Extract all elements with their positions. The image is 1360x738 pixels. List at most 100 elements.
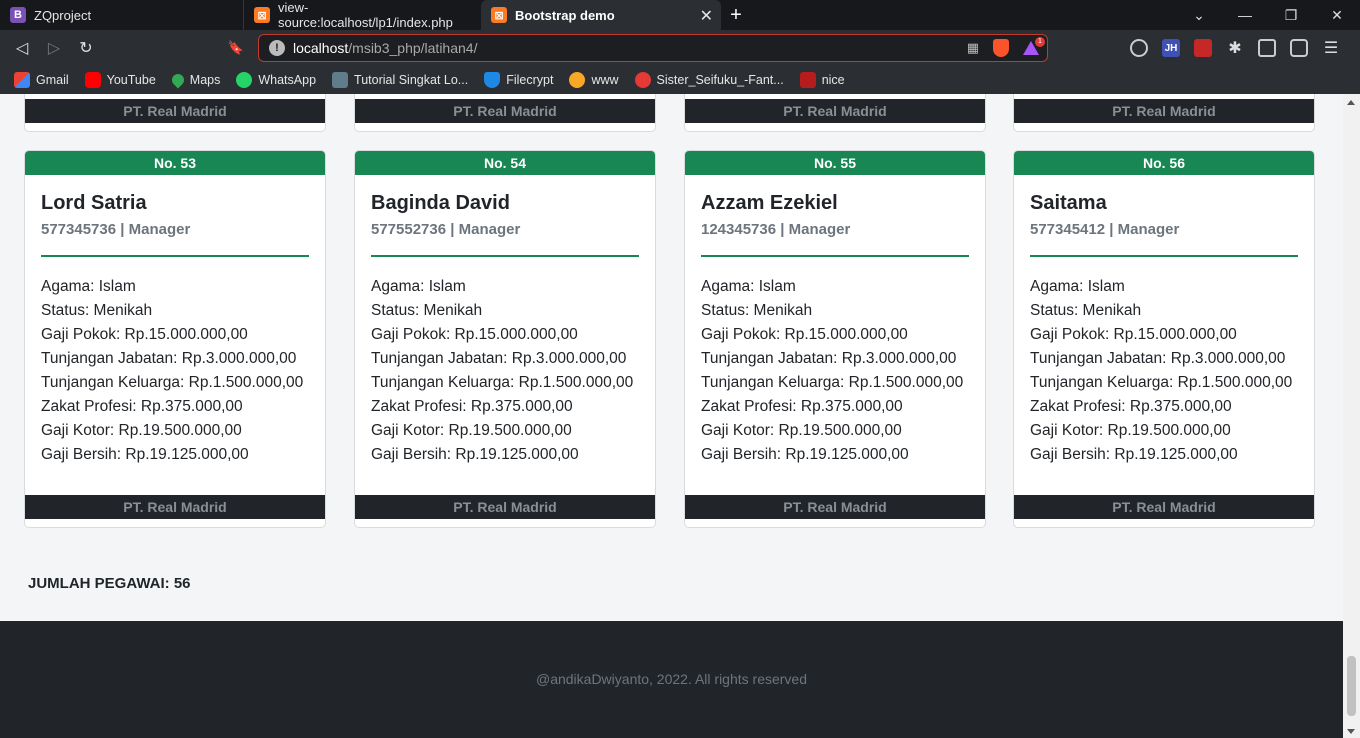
bookmark-whatsapp[interactable]: WhatsApp <box>236 72 316 88</box>
restore-button[interactable]: ❐ <box>1268 7 1314 24</box>
detail-gaji-pokok: Gaji Pokok: Rp.15.000.000,00 <box>371 326 578 343</box>
scroll-thumb[interactable] <box>1347 656 1356 716</box>
address-bar[interactable]: ! localhost /msib3_php/latihan4/ ▦ 1 <box>258 34 1048 62</box>
rewards-badge: 1 <box>1035 37 1045 47</box>
bookmark-nice[interactable]: nice <box>799 72 845 88</box>
back-button[interactable]: ◁ <box>6 38 38 58</box>
bookmarks-bar: Gmail YouTube Maps WhatsApp Tutorial Sin… <box>0 66 1360 94</box>
bookmark-gmail[interactable]: Gmail <box>14 72 69 88</box>
employee-position: Manager <box>458 221 521 238</box>
detail-gaji-kotor: Gaji Kotor: Rp.19.500.000,00 <box>701 422 902 439</box>
minimize-button[interactable]: — <box>1222 7 1268 23</box>
tab-label: ZQproject <box>34 7 92 23</box>
detail-gaji-bersih: Gaji Bersih: Rp.19.125.000,00 <box>1030 446 1238 463</box>
detail-agama: Agama: Islam <box>701 278 796 295</box>
employee-card: No. 55 Azzam Ezekiel 124345736 | Manager… <box>684 150 986 528</box>
scroll-down-arrow-icon[interactable] <box>1347 729 1355 734</box>
xampp-icon: ⊠ <box>254 7 270 23</box>
employee-nip: 577552736 <box>371 221 447 238</box>
separator: | <box>450 221 455 238</box>
detail-tunjangan-keluarga: Tunjangan Keluarga: Rp.1.500.000,00 <box>701 374 964 391</box>
site-info-icon[interactable]: ! <box>269 40 285 56</box>
employee-nip: 577345736 <box>41 221 117 238</box>
wallet-icon[interactable] <box>1290 39 1308 57</box>
detail-zakat-profesi: Zakat Profesi: Rp.375.000,00 <box>371 398 573 415</box>
jh-extension-icon[interactable]: JH <box>1162 39 1180 57</box>
detail-gaji-pokok: Gaji Pokok: Rp.15.000.000,00 <box>701 326 908 343</box>
detail-gaji-kotor: Gaji Kotor: Rp.19.500.000,00 <box>1030 422 1231 439</box>
employee-position: Manager <box>128 221 191 238</box>
employee-name: Lord Satria <box>41 192 147 214</box>
new-tab-button[interactable]: + <box>721 0 751 30</box>
card-footer: PT. Real Madrid <box>685 495 985 519</box>
brave-rewards-icon[interactable]: 1 <box>1023 37 1045 55</box>
bookmark-youtube[interactable]: YouTube <box>84 72 156 88</box>
employee-position: Manager <box>788 221 851 238</box>
previous-card: PT. Real Madrid <box>24 94 326 132</box>
detail-gaji-bersih: Gaji Bersih: Rp.19.125.000,00 <box>41 446 249 463</box>
bookmark-maps[interactable]: Maps <box>169 71 220 89</box>
card-footer: PT. Real Madrid <box>25 495 325 519</box>
tab-strip: B ZQproject ⊠ view-source:localhost/lp1/… <box>0 0 1360 30</box>
extensions-puzzle-icon[interactable]: ✱ <box>1226 39 1244 57</box>
detail-gaji-kotor: Gaji Kotor: Rp.19.500.000,00 <box>41 422 242 439</box>
detail-gaji-kotor: Gaji Kotor: Rp.19.500.000,00 <box>371 422 572 439</box>
tab-zqproject[interactable]: B ZQproject <box>0 0 243 30</box>
pen-extension-icon[interactable] <box>1194 39 1212 57</box>
employee-name: Baginda David <box>371 192 510 214</box>
filecrypt-icon <box>484 72 501 88</box>
employee-subtitle: 577552736 | Manager <box>371 221 639 238</box>
card-footer: PT. Real Madrid <box>25 99 325 123</box>
browser-toolbar: ◁ ▷ ↻ 🔖 ! localhost /msib3_php/latihan4/… <box>0 30 1360 66</box>
menu-icon[interactable]: ☰ <box>1322 39 1340 57</box>
card-footer: PT. Real Madrid <box>1014 99 1314 123</box>
divider <box>371 255 639 257</box>
xampp-icon: ⊠ <box>491 7 507 23</box>
close-tab-icon[interactable]: ✕ <box>700 6 713 26</box>
brave-shields-icon[interactable] <box>993 39 1009 57</box>
detail-zakat-profesi: Zakat Profesi: Rp.375.000,00 <box>701 398 903 415</box>
maps-icon <box>169 71 187 89</box>
detail-tunjangan-keluarga: Tunjangan Keluarga: Rp.1.500.000,00 <box>371 374 634 391</box>
bookmark-tutorial[interactable]: Tutorial Singkat Lo... <box>332 72 468 88</box>
reload-button[interactable]: ↻ <box>70 38 102 58</box>
mega-icon <box>634 72 651 88</box>
detail-agama: Agama: Islam <box>371 278 466 295</box>
tab-search-icon[interactable]: ⌄ <box>1176 7 1222 24</box>
vertical-scrollbar[interactable] <box>1343 94 1360 738</box>
tab-bootstrap-demo[interactable]: ⊠ Bootstrap demo ✕ <box>481 0 721 30</box>
detail-tunjangan-jabatan: Tunjangan Jabatan: Rp.3.000.000,00 <box>1030 350 1286 367</box>
bookmark-icon[interactable]: 🔖 <box>220 40 252 56</box>
forward-button[interactable]: ▷ <box>38 38 70 58</box>
globe-icon[interactable] <box>1130 39 1148 57</box>
close-window-button[interactable]: ✕ <box>1314 7 1360 24</box>
bookmark-www[interactable]: www <box>569 72 619 88</box>
card-footer: PT. Real Madrid <box>355 495 655 519</box>
card-number: No. 56 <box>1014 151 1314 175</box>
youtube-icon <box>84 72 101 88</box>
detail-status: Status: Menikah <box>1030 302 1142 319</box>
employee-subtitle: 577345412 | Manager <box>1030 221 1298 238</box>
bookmark-filecrypt[interactable]: Filecrypt <box>484 72 553 88</box>
scroll-up-arrow-icon[interactable] <box>1347 100 1355 105</box>
detail-gaji-pokok: Gaji Pokok: Rp.15.000.000,00 <box>1030 326 1237 343</box>
www-icon <box>569 72 586 88</box>
separator: | <box>120 221 125 238</box>
previous-card: PT. Real Madrid <box>684 94 986 132</box>
divider <box>1030 255 1298 257</box>
divider <box>701 255 969 257</box>
detail-status: Status: Menikah <box>701 302 813 319</box>
sidebar-icon[interactable] <box>1258 39 1276 57</box>
gmail-icon <box>14 72 30 88</box>
detail-tunjangan-jabatan: Tunjangan Jabatan: Rp.3.000.000,00 <box>371 350 627 367</box>
qr-code-icon[interactable]: ▦ <box>967 40 979 56</box>
card-number: No. 55 <box>685 151 985 175</box>
card-footer: PT. Real Madrid <box>1014 495 1314 519</box>
previous-card: PT. Real Madrid <box>354 94 656 132</box>
separator: | <box>780 221 785 238</box>
tab-view-source[interactable]: ⊠ view-source:localhost/lp1/index.php <box>243 0 481 30</box>
employee-name: Saitama <box>1030 192 1107 214</box>
whatsapp-icon <box>236 72 253 88</box>
bookmark-sister-seifuku[interactable]: Sister_Seifuku_-Fant... <box>634 72 784 88</box>
detail-gaji-bersih: Gaji Bersih: Rp.19.125.000,00 <box>701 446 909 463</box>
